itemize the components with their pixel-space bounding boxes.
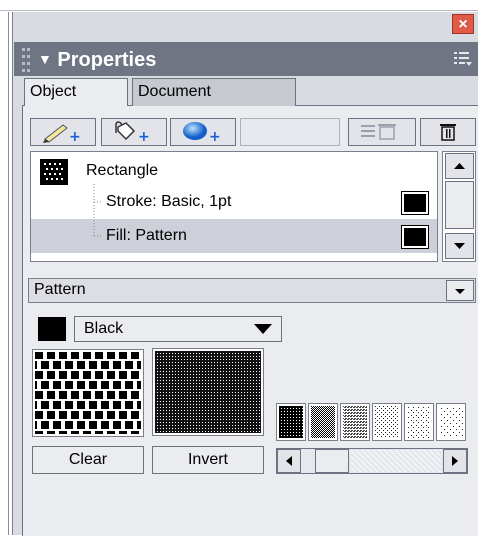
scroll-thumb[interactable] bbox=[445, 181, 474, 229]
pattern-swatch-icon bbox=[375, 406, 399, 438]
scroll-thumb[interactable] bbox=[315, 449, 349, 473]
delete-attribute-button[interactable] bbox=[348, 118, 416, 146]
trash-icon bbox=[440, 124, 456, 141]
close-button[interactable]: × bbox=[452, 14, 474, 34]
add-fill-button[interactable]: + bbox=[101, 118, 167, 146]
panel-options-menu-icon[interactable] bbox=[452, 49, 474, 69]
chevron-down-icon bbox=[254, 324, 272, 334]
pattern-swatch-icon bbox=[407, 406, 431, 438]
scroll-right-button[interactable] bbox=[443, 449, 467, 473]
attribute-row-fill[interactable]: Fill: Pattern bbox=[106, 225, 187, 247]
list-delete-icon bbox=[361, 124, 396, 140]
pattern-swatch-icon bbox=[439, 406, 463, 438]
arrow-down-icon bbox=[454, 243, 465, 249]
fill-bucket-plus-icon: + bbox=[115, 121, 150, 145]
pattern-swatch[interactable] bbox=[340, 403, 370, 441]
svg-text:+: + bbox=[138, 129, 150, 145]
delete-button[interactable] bbox=[420, 118, 476, 146]
tree-connector bbox=[93, 184, 102, 238]
tab-document[interactable]: Document bbox=[132, 78, 296, 106]
pattern-swatch[interactable] bbox=[436, 403, 466, 441]
pattern-swatch-icon bbox=[343, 406, 367, 438]
pattern-preview-icon bbox=[155, 351, 261, 433]
scroll-left-button[interactable] bbox=[277, 449, 301, 473]
panel-title-label: Properties bbox=[57, 49, 157, 71]
top-strip bbox=[0, 0, 478, 10]
divider bbox=[8, 12, 9, 535]
effect-sphere-plus-icon: + bbox=[183, 122, 221, 145]
arrow-right-icon bbox=[452, 456, 458, 466]
pattern-edit-grid[interactable] bbox=[32, 349, 144, 437]
fill-type-dropdown-button[interactable] bbox=[446, 280, 474, 301]
attribute-row-stroke[interactable]: Stroke: Basic, 1pt bbox=[106, 191, 231, 213]
collapse-triangle-icon[interactable]: ▼ bbox=[38, 51, 52, 67]
stroke-color-swatch[interactable] bbox=[401, 191, 429, 215]
panel-title[interactable]: ▼ Properties bbox=[38, 45, 156, 73]
tab-object[interactable]: Object bbox=[24, 78, 128, 106]
fill-type-dropdown[interactable] bbox=[28, 278, 476, 303]
chevron-down-icon bbox=[455, 289, 465, 294]
add-effect-button[interactable]: + bbox=[170, 118, 236, 146]
pattern-swatch[interactable] bbox=[308, 403, 338, 441]
invert-button[interactable]: Invert bbox=[152, 446, 264, 474]
fill-type-value: Pattern bbox=[34, 281, 86, 298]
scroll-track[interactable] bbox=[351, 450, 441, 472]
pattern-swatch-icon bbox=[311, 406, 335, 438]
rectangle-object-icon bbox=[40, 159, 68, 185]
pattern-grid-icon bbox=[35, 352, 141, 434]
object-name: Rectangle bbox=[86, 162, 159, 179]
color-swatch[interactable] bbox=[38, 317, 66, 341]
scroll-up-button[interactable] bbox=[445, 153, 474, 179]
pattern-swatch[interactable] bbox=[276, 403, 306, 441]
add-stroke-button[interactable]: + bbox=[30, 118, 96, 146]
arrow-up-icon bbox=[454, 163, 465, 169]
toolbar-spacer bbox=[240, 118, 340, 146]
pattern-horizontal-scrollbar[interactable] bbox=[276, 448, 468, 474]
pencil-plus-icon: + bbox=[43, 124, 81, 145]
svg-text:+: + bbox=[209, 129, 221, 145]
drag-grip-icon[interactable] bbox=[22, 48, 32, 72]
clear-button[interactable]: Clear bbox=[32, 446, 144, 474]
fill-color-swatch[interactable] bbox=[401, 225, 429, 249]
pattern-preview bbox=[152, 348, 264, 436]
arrow-left-icon bbox=[286, 456, 292, 466]
pattern-swatch[interactable] bbox=[404, 403, 434, 441]
color-value: Black bbox=[84, 320, 124, 337]
divider bbox=[0, 10, 478, 11]
pattern-swatch-icon bbox=[279, 406, 303, 438]
scroll-down-button[interactable] bbox=[445, 233, 474, 259]
svg-text:+: + bbox=[69, 129, 81, 145]
pattern-swatch[interactable] bbox=[372, 403, 402, 441]
